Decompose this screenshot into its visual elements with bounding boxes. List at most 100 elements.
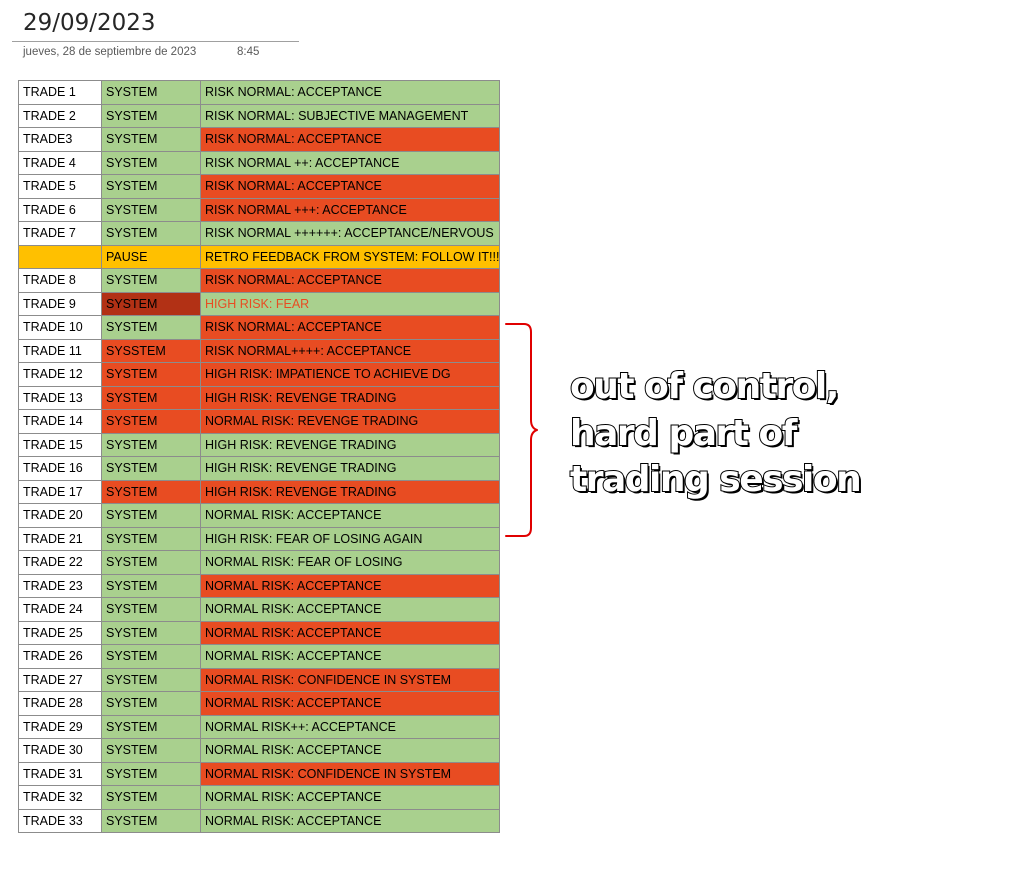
trade-cell[interactable]: TRADE 5 [18,174,102,199]
system-cell[interactable]: SYSTEM [101,644,201,669]
trade-cell[interactable]: TRADE 2 [18,103,102,128]
note-cell[interactable]: HIGH RISK: REVENGE TRADING [199,479,501,504]
trade-cell[interactable]: TRADE 7 [18,221,102,246]
note-cell[interactable]: RISK NORMAL ++++++: ACCEPTANCE/NERVOUS [199,221,501,246]
trade-cell[interactable]: TRADE3 [18,127,102,152]
note-cell[interactable]: RISK NORMAL: ACCEPTANCE [199,174,501,199]
system-cell[interactable]: PAUSE [101,244,201,269]
system-cell[interactable]: SYSTEM [101,456,201,481]
note-cell[interactable]: HIGH RISK: REVENGE TRADING [199,432,501,457]
trade-cell[interactable]: TRADE 14 [18,409,102,434]
system-cell[interactable]: SYSTEM [101,80,201,105]
note-cell[interactable]: HIGH RISK: FEAR [199,291,501,316]
page-title[interactable]: 29/09/2023 [23,8,156,38]
trade-cell[interactable]: TRADE 8 [18,268,102,293]
trade-cell[interactable]: TRADE 26 [18,644,102,669]
system-cell[interactable]: SYSTEM [101,479,201,504]
system-cell[interactable]: SYSTEM [101,409,201,434]
note-cell[interactable]: NORMAL RISK: ACCEPTANCE [199,573,501,598]
note-cell[interactable]: NORMAL RISK: ACCEPTANCE [199,691,501,716]
note-cell[interactable]: NORMAL RISK: ACCEPTANCE [199,597,501,622]
system-cell[interactable]: SYSTEM [101,315,201,340]
system-cell[interactable]: SYSTEM [101,526,201,551]
trade-cell[interactable]: TRADE 10 [18,315,102,340]
system-cell[interactable]: SYSTEM [101,385,201,410]
note-cell[interactable]: RISK NORMAL: SUBJECTIVE MANAGEMENT [199,103,501,128]
note-cell[interactable]: NORMAL RISK: ACCEPTANCE [199,785,501,810]
trade-cell[interactable]: TRADE 17 [18,479,102,504]
note-cell[interactable]: RISK NORMAL ++: ACCEPTANCE [199,150,501,175]
system-cell[interactable]: SYSTEM [101,620,201,645]
note-cell[interactable]: HIGH RISK: IMPATIENCE TO ACHIEVE DG [199,362,501,387]
note-cell[interactable]: HIGH RISK: REVENGE TRADING [199,456,501,481]
system-cell[interactable]: SYSTEM [101,691,201,716]
table-row: TRADE 24 SYSTEM NORMAL RISK: ACCEPTANCE [18,597,501,622]
trade-cell[interactable]: TRADE 6 [18,197,102,222]
trade-cell[interactable]: TRADE 25 [18,620,102,645]
trade-cell[interactable]: TRADE 20 [18,503,102,528]
note-cell[interactable]: NORMAL RISK: ACCEPTANCE [199,620,501,645]
system-cell[interactable]: SYSTEM [101,550,201,575]
note-cell[interactable]: RISK NORMAL: ACCEPTANCE [199,127,501,152]
note-cell[interactable]: RETRO FEEDBACK FROM SYSTEM: FOLLOW IT!!! [199,244,501,269]
system-cell[interactable]: SYSTEM [101,432,201,457]
system-cell[interactable]: SYSTEM [101,761,201,786]
system-cell[interactable]: SYSTEM [101,127,201,152]
right-curly-brace[interactable] [500,320,544,540]
note-cell[interactable]: NORMAL RISK: ACCEPTANCE [199,503,501,528]
note-cell[interactable]: HIGH RISK: FEAR OF LOSING AGAIN [199,526,501,551]
trade-cell[interactable]: TRADE 11 [18,338,102,363]
system-cell[interactable]: SYSTEM [101,573,201,598]
trade-cell[interactable]: TRADE 28 [18,691,102,716]
note-cell[interactable]: RISK NORMAL: ACCEPTANCE [199,80,501,105]
annotation-text[interactable]: out of control, hard part of trading ses… [569,364,900,504]
trade-cell[interactable]: TRADE 1 [18,80,102,105]
trade-cell[interactable]: TRADE 13 [18,385,102,410]
system-cell[interactable]: SYSTEM [101,785,201,810]
system-cell[interactable]: SYSTEM [101,714,201,739]
trade-cell[interactable]: TRADE 32 [18,785,102,810]
system-cell[interactable]: SYSTEM [101,174,201,199]
system-cell[interactable]: SYSTEM [101,808,201,833]
system-cell[interactable]: SYSTEM [101,150,201,175]
note-cell[interactable]: NORMAL RISK: CONFIDENCE IN SYSTEM [199,761,501,786]
trade-cell[interactable]: TRADE 4 [18,150,102,175]
trade-cell[interactable]: TRADE 27 [18,667,102,692]
trade-cell[interactable]: TRADE 29 [18,714,102,739]
trade-cell[interactable]: TRADE 12 [18,362,102,387]
system-cell[interactable]: SYSSTEM [101,338,201,363]
note-cell[interactable]: NORMAL RISK: ACCEPTANCE [199,644,501,669]
note-cell[interactable]: RISK NORMAL++++: ACCEPTANCE [199,338,501,363]
system-cell[interactable]: SYSTEM [101,738,201,763]
note-cell[interactable]: NORMAL RISK++: ACCEPTANCE [199,714,501,739]
note-cell[interactable]: NORMAL RISK: ACCEPTANCE [199,738,501,763]
trade-cell[interactable]: TRADE 30 [18,738,102,763]
note-cell[interactable]: RISK NORMAL: ACCEPTANCE [199,268,501,293]
system-cell[interactable]: SYSTEM [101,291,201,316]
note-cell[interactable]: NORMAL RISK: CONFIDENCE IN SYSTEM [199,667,501,692]
note-cell[interactable]: RISK NORMAL: ACCEPTANCE [199,315,501,340]
trade-cell[interactable]: TRADE 21 [18,526,102,551]
system-cell[interactable]: SYSTEM [101,103,201,128]
system-cell[interactable]: SYSTEM [101,597,201,622]
trade-cell[interactable]: TRADE 22 [18,550,102,575]
system-cell[interactable]: SYSTEM [101,221,201,246]
trade-cell[interactable]: TRADE 23 [18,573,102,598]
note-cell[interactable]: NORMAL RISK: REVENGE TRADING [199,409,501,434]
note-cell[interactable]: RISK NORMAL +++: ACCEPTANCE [199,197,501,222]
trade-cell[interactable]: TRADE 33 [18,808,102,833]
trade-cell[interactable]: TRADE 15 [18,432,102,457]
note-cell[interactable]: HIGH RISK: REVENGE TRADING [199,385,501,410]
system-cell[interactable]: SYSTEM [101,362,201,387]
trade-cell[interactable]: TRADE 9 [18,291,102,316]
system-cell[interactable]: SYSTEM [101,503,201,528]
system-cell[interactable]: SYSTEM [101,268,201,293]
trade-cell[interactable]: TRADE 16 [18,456,102,481]
system-cell[interactable]: SYSTEM [101,667,201,692]
note-cell[interactable]: NORMAL RISK: FEAR OF LOSING [199,550,501,575]
trade-cell[interactable]: TRADE 24 [18,597,102,622]
trade-cell[interactable]: TRADE 31 [18,761,102,786]
system-cell[interactable]: SYSTEM [101,197,201,222]
note-cell[interactable]: NORMAL RISK: ACCEPTANCE [199,808,501,833]
trade-cell[interactable] [18,244,102,269]
